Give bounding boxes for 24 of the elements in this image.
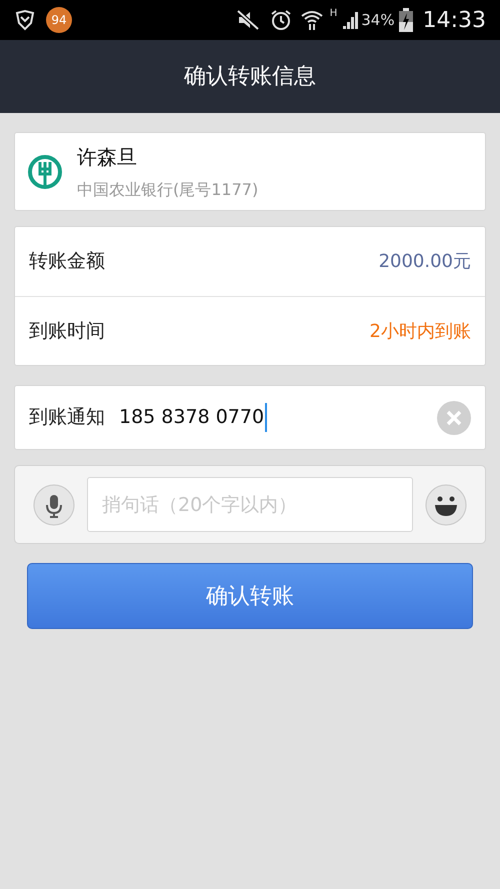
payee-name: 许森旦 [77, 144, 138, 170]
battery-icon [398, 8, 413, 32]
mute-icon [236, 9, 260, 31]
notice-label: 到账通知 [29, 405, 105, 430]
bank-account: 中国农业银行(尾号1177) [77, 178, 258, 200]
network-type: H [330, 7, 338, 21]
signal-icon [341, 11, 360, 29]
wifi-icon [300, 9, 324, 31]
shield-icon [14, 9, 36, 31]
notice-field[interactable]: 到账通知 185 8378 0770 [14, 385, 486, 450]
phone-number: 185 8378 0770 [119, 403, 268, 432]
confirm-button[interactable]: 确认转账 [27, 563, 473, 629]
bank-logo-icon [27, 154, 63, 190]
smiley-icon[interactable] [425, 484, 467, 526]
detail-value: 2小时内到账 [370, 320, 471, 344]
detail-label: 转账金额 [29, 249, 105, 274]
microphone-icon[interactable] [33, 484, 75, 526]
detail-label: 到账时间 [29, 318, 105, 344]
notification-badge: 94 [46, 7, 72, 33]
clock: 14:33 [422, 6, 486, 34]
detail-value: 2000.00元 [378, 250, 471, 274]
battery-percent: 34% [361, 10, 395, 31]
page-title: 确认转账信息 [184, 63, 316, 91]
alarm-icon [270, 9, 292, 31]
